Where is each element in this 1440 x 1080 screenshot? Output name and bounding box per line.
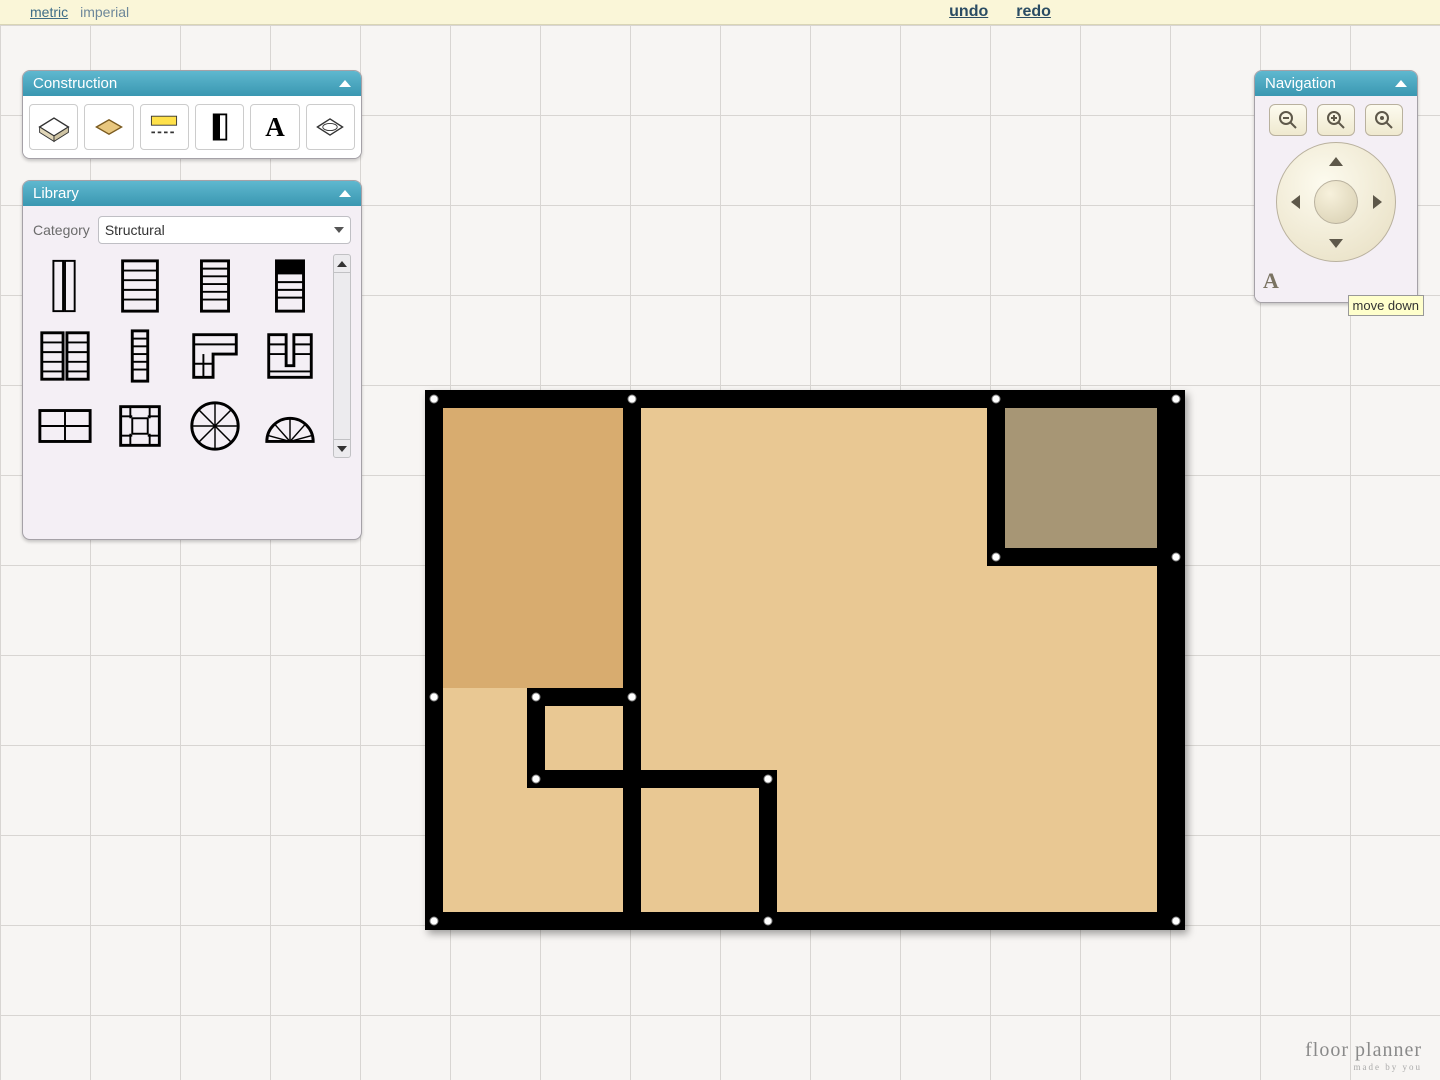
surface-tool-button[interactable] [84, 104, 133, 150]
chevron-up-icon [337, 261, 347, 267]
library-item-door[interactable] [33, 254, 97, 318]
unit-toggle: metric imperial [30, 4, 129, 20]
zoom-fit-button[interactable] [1365, 104, 1403, 136]
library-item-stair-e[interactable] [108, 324, 172, 388]
library-item-stair-b[interactable] [183, 254, 247, 318]
library-panel-title: Library [33, 185, 79, 202]
construction-panel-title: Construction [33, 75, 117, 92]
construction-panel-header[interactable]: Construction [23, 71, 361, 96]
library-grid [33, 254, 327, 458]
scroll-up-button[interactable] [334, 255, 350, 273]
pan-left-button[interactable] [1282, 189, 1308, 215]
library-item-stair-square[interactable] [108, 394, 172, 458]
brand-logo: floor planner made by you [1305, 1039, 1422, 1072]
library-item-stair-l[interactable] [183, 324, 247, 388]
tooltip-move-down: move down [1348, 295, 1424, 316]
nav-footer: A [1263, 268, 1409, 294]
dimension-tool-button[interactable] [140, 104, 189, 150]
library-item-stair-spiral[interactable] [183, 394, 247, 458]
pan-center-button[interactable] [1314, 180, 1358, 224]
pan-right-button[interactable] [1364, 189, 1390, 215]
library-panel-header[interactable]: Library [23, 181, 361, 206]
top-toolbar: metric imperial undo redo [0, 0, 1440, 25]
collapse-icon[interactable] [1395, 80, 1407, 87]
redo-link[interactable]: redo [1016, 3, 1051, 21]
library-item-stair-a[interactable] [108, 254, 172, 318]
chevron-down-icon [337, 446, 347, 452]
undo-redo-group: undo redo [949, 3, 1051, 21]
library-scrollbar[interactable] [333, 254, 351, 458]
chevron-right-icon [1373, 195, 1382, 209]
navigation-panel-title: Navigation [1265, 75, 1336, 92]
chevron-up-icon [1329, 157, 1343, 166]
construction-panel: Construction A [22, 70, 362, 159]
undo-link[interactable]: undo [949, 3, 988, 21]
pan-down-button[interactable] [1323, 230, 1349, 256]
library-panel: Library Category Structural [22, 180, 362, 540]
svg-text:A: A [265, 112, 285, 142]
ceiling-tool-button[interactable] [306, 104, 355, 150]
door-tool-button[interactable] [195, 104, 244, 150]
category-label: Category [33, 222, 90, 238]
pan-up-button[interactable] [1323, 148, 1349, 174]
floorplan-drawing[interactable] [415, 380, 1195, 943]
collapse-icon[interactable] [339, 190, 351, 197]
navigation-panel: Navigation A [1254, 70, 1418, 303]
library-item-stair-c[interactable] [258, 254, 322, 318]
zoom-out-button[interactable] [1269, 104, 1307, 136]
scroll-down-button[interactable] [334, 439, 350, 457]
category-row: Category Structural [33, 216, 351, 244]
zoom-in-button[interactable] [1317, 104, 1355, 136]
category-selected-value: Structural [105, 222, 165, 238]
unit-metric-link[interactable]: metric [30, 4, 68, 20]
nav-text-tool[interactable]: A [1263, 268, 1279, 294]
unit-imperial-link[interactable]: imperial [80, 4, 129, 20]
chevron-down-icon [334, 227, 344, 233]
navigation-panel-header[interactable]: Navigation [1255, 71, 1417, 96]
zoom-controls [1263, 104, 1409, 136]
library-item-stair-u[interactable] [258, 324, 322, 388]
room-tool-button[interactable] [29, 104, 78, 150]
brand-tagline: made by you [1305, 1062, 1422, 1072]
brand-name: floor planner [1305, 1039, 1422, 1061]
chevron-left-icon [1291, 195, 1300, 209]
collapse-icon[interactable] [339, 80, 351, 87]
category-select[interactable]: Structural [98, 216, 351, 244]
construction-tools: A [23, 96, 361, 158]
library-item-stair-d[interactable] [33, 324, 97, 388]
library-item-stair-wide[interactable] [33, 394, 97, 458]
library-item-stair-curved[interactable] [258, 394, 322, 458]
chevron-down-icon [1329, 239, 1343, 248]
pan-dpad [1276, 142, 1396, 262]
text-tool-button[interactable]: A [250, 104, 299, 150]
